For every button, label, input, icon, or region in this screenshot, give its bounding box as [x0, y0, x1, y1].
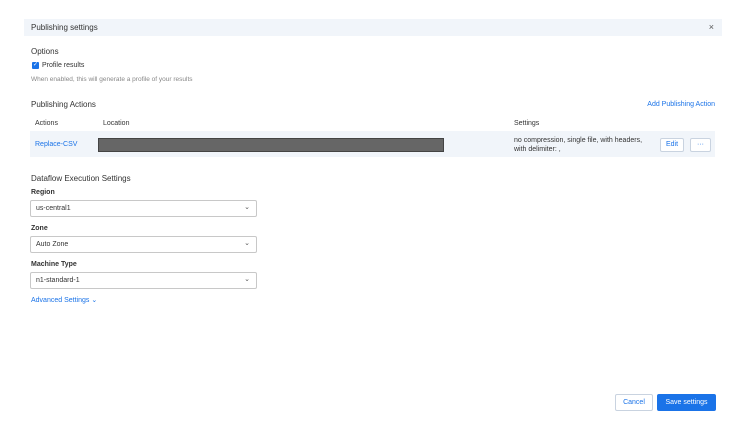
- region-select[interactable]: us-central1 ⌄: [30, 200, 257, 217]
- advanced-settings-toggle[interactable]: Advanced Settings ⌄: [31, 296, 97, 304]
- region-label: Region: [31, 189, 55, 196]
- options-heading: Options: [31, 47, 59, 56]
- redacted-location: [98, 138, 444, 152]
- table-row: Replace-CSV no compression, single file,…: [30, 131, 715, 157]
- chevron-down-icon: ⌄: [244, 276, 250, 283]
- region-value: us-central1: [36, 205, 71, 212]
- advanced-settings-label: Advanced Settings: [31, 297, 90, 304]
- profile-results-checkbox[interactable]: ✓: [32, 62, 39, 69]
- dataflow-heading: Dataflow Execution Settings: [31, 174, 131, 183]
- column-header-settings: Settings: [514, 120, 540, 127]
- publishing-actions-heading: Publishing Actions: [31, 100, 96, 109]
- dialog-header: Publishing settings ×: [24, 19, 722, 36]
- edit-button[interactable]: Edit: [660, 138, 684, 152]
- dialog-title: Publishing settings: [31, 23, 98, 32]
- profile-help-text: When enabled, this will generate a profi…: [31, 76, 193, 83]
- machine-type-label: Machine Type: [31, 261, 77, 268]
- profile-results-label: Profile results: [42, 62, 85, 69]
- cancel-button[interactable]: Cancel: [615, 394, 653, 411]
- machine-type-value: n1-standard-1: [36, 277, 80, 284]
- machine-type-select[interactable]: n1-standard-1 ⌄: [30, 272, 257, 289]
- save-settings-button[interactable]: Save settings: [657, 394, 716, 411]
- chevron-down-icon: ⌄: [91, 297, 98, 304]
- chevron-down-icon: ⌄: [244, 240, 250, 247]
- more-options-button[interactable]: ···: [690, 138, 711, 152]
- column-header-actions: Actions: [35, 120, 58, 127]
- row-settings: no compression, single file, with header…: [514, 137, 643, 153]
- close-icon[interactable]: ×: [709, 22, 714, 32]
- zone-select[interactable]: Auto Zone ⌄: [30, 236, 257, 253]
- zone-value: Auto Zone: [36, 241, 69, 248]
- add-publishing-action-link[interactable]: Add Publishing Action: [647, 101, 715, 108]
- zone-label: Zone: [31, 225, 48, 232]
- chevron-down-icon: ⌄: [244, 204, 250, 211]
- column-header-location: Location: [103, 120, 130, 127]
- action-link[interactable]: Replace-CSV: [35, 141, 77, 148]
